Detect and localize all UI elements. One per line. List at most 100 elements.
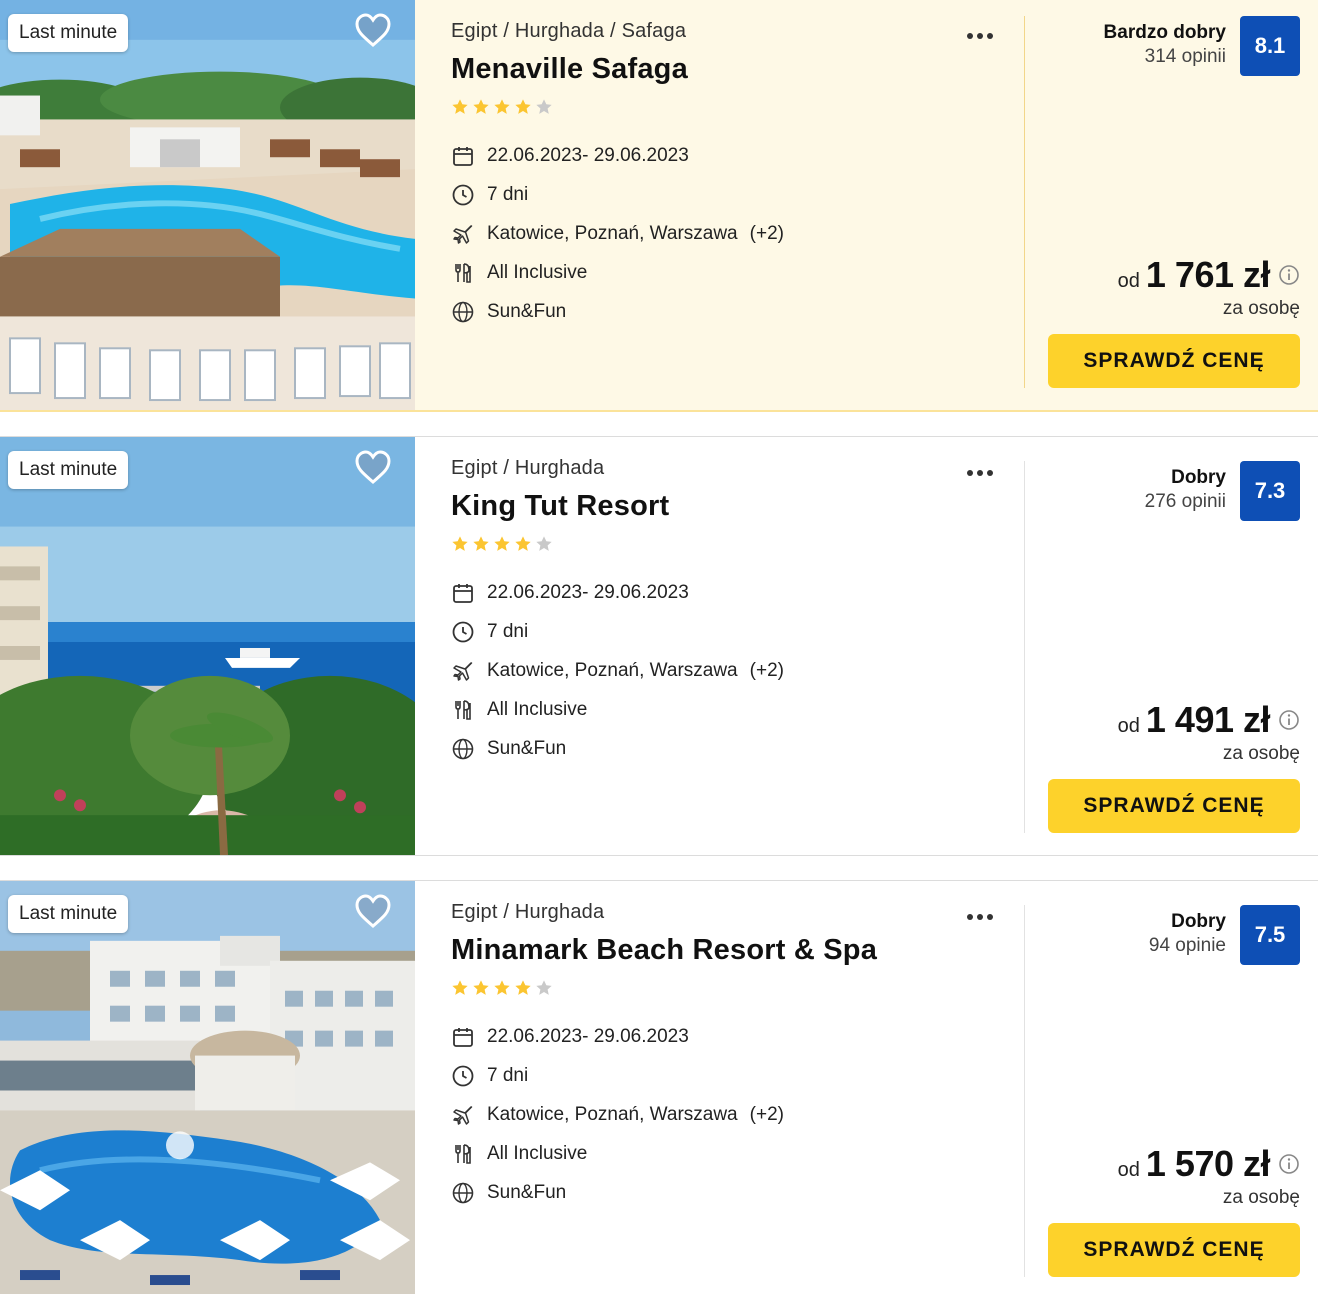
plane-icon [453, 661, 473, 681]
hotel-photo-image [0, 881, 415, 1294]
star-filled-icon [452, 536, 468, 551]
duration-row: 7 dni [451, 612, 1025, 651]
last-minute-badge: Last minute [8, 895, 129, 933]
hotel-photo[interactable]: Last minute [0, 437, 415, 855]
check-price-button[interactable]: SPRAWDŹ CENĘ [1048, 334, 1300, 388]
rating[interactable]: Dobry 276 opinii 7.3 [1145, 461, 1300, 521]
offer-card[interactable]: Last minute Egipt / Hurghada / Safaga Me… [0, 0, 1318, 412]
duration-text: 7 dni [487, 620, 529, 642]
rating[interactable]: Bardzo dobry 314 opinii 8.1 [1104, 16, 1300, 76]
category-row: Sun&Fun [451, 729, 1025, 768]
star-filled-icon [494, 536, 510, 551]
check-price-button[interactable]: SPRAWDŹ CENĘ [1048, 1223, 1300, 1277]
duration-row: 7 dni [451, 1056, 1025, 1095]
category-text: Sun&Fun [487, 1181, 567, 1203]
star-filled-icon [452, 980, 468, 995]
calendar-icon [453, 1027, 473, 1047]
price-value: 1 491 zł [1145, 699, 1271, 740]
offer-card[interactable]: Last minute Egipt / Hurghada King Tut Re… [0, 436, 1318, 856]
price-box: Dobry 276 opinii 7.3 od 1 491 zł za osob… [1048, 461, 1300, 833]
hotel-photo-image [0, 437, 415, 855]
price-prefix: od [1117, 270, 1140, 292]
fork-knife-icon [455, 699, 471, 720]
departure-extra[interactable]: (+2) [750, 1104, 784, 1126]
heart-icon[interactable] [354, 449, 392, 485]
offer-info: Egipt / Hurghada / Safaga Menaville Safa… [415, 0, 1025, 410]
departure-row: Katowice, Poznań, Warszawa (+2) [451, 1095, 1025, 1134]
price: od 1 761 zł [1118, 254, 1300, 296]
last-minute-badge: Last minute [8, 451, 129, 489]
fork-knife-icon [455, 1143, 471, 1164]
info-icon[interactable] [1278, 709, 1300, 731]
dates-row: 22.06.2023- 29.06.2023 [451, 136, 1025, 175]
review-count[interactable]: 314 opinii [1104, 46, 1226, 68]
plane-icon [453, 224, 473, 244]
category-row: Sun&Fun [451, 1173, 1025, 1212]
globe-icon [452, 1182, 474, 1203]
dates-text: 22.06.2023- 29.06.2023 [487, 144, 689, 166]
hotel-photo[interactable]: Last minute [0, 881, 415, 1294]
hotel-name[interactable]: Menaville Safaga [451, 53, 1025, 86]
star-empty-icon [536, 536, 552, 551]
clock-icon [452, 621, 474, 642]
star-filled-icon [473, 536, 489, 551]
hotel-photo-image [0, 0, 415, 410]
offer-card[interactable]: Last minute Egipt / Hurghada Minamark Be… [0, 880, 1318, 1294]
location-breadcrumb[interactable]: Egipt / Hurghada / Safaga [451, 20, 1025, 43]
star-filled-icon [494, 980, 510, 995]
price-value: 1 761 zł [1145, 254, 1271, 295]
info-icon[interactable] [1278, 1153, 1300, 1175]
price-prefix: od [1117, 1159, 1140, 1181]
departure-text: Katowice, Poznań, Warszawa [487, 1103, 738, 1125]
location-breadcrumb[interactable]: Egipt / Hurghada [451, 457, 1025, 480]
rating-score: 7.5 [1240, 905, 1300, 965]
category-row: Sun&Fun [451, 292, 1025, 331]
rating-score: 8.1 [1240, 16, 1300, 76]
calendar-icon [453, 146, 473, 166]
duration-text: 7 dni [487, 1064, 529, 1086]
per-person-label: za osobę [1222, 1187, 1300, 1208]
price-box: Bardzo dobry 314 opinii 8.1 od 1 761 zł … [1048, 16, 1300, 388]
more-dots-icon[interactable] [967, 907, 997, 921]
star-filled-icon [452, 99, 468, 114]
heart-icon[interactable] [354, 893, 392, 929]
rating[interactable]: Dobry 94 opinie 7.5 [1149, 905, 1300, 965]
star-filled-icon [494, 99, 510, 114]
rating-label: Dobry [1171, 911, 1226, 932]
review-count[interactable]: 94 opinie [1149, 935, 1226, 957]
dates-text: 22.06.2023- 29.06.2023 [487, 1025, 689, 1047]
rating-score: 7.3 [1240, 461, 1300, 521]
departure-extra[interactable]: (+2) [750, 660, 784, 682]
dates-text: 22.06.2023- 29.06.2023 [487, 581, 689, 603]
departure-extra[interactable]: (+2) [750, 223, 784, 245]
more-dots-icon[interactable] [967, 26, 997, 40]
departure-text: Katowice, Poznań, Warszawa [487, 222, 738, 244]
fork-knife-icon [455, 262, 471, 283]
departure-row: Katowice, Poznań, Warszawa (+2) [451, 651, 1025, 690]
heart-icon[interactable] [354, 12, 392, 48]
check-price-button[interactable]: SPRAWDŹ CENĘ [1048, 779, 1300, 833]
dates-row: 22.06.2023- 29.06.2023 [451, 1017, 1025, 1056]
star-filled-icon [515, 980, 531, 995]
board-row: All Inclusive [451, 690, 1025, 729]
plane-icon [453, 1105, 473, 1125]
hotel-name[interactable]: Minamark Beach Resort & Spa [451, 934, 1025, 967]
star-empty-icon [536, 99, 552, 114]
category-text: Sun&Fun [487, 737, 567, 759]
info-icon[interactable] [1278, 264, 1300, 286]
hotel-photo[interactable]: Last minute [0, 0, 415, 410]
hotel-name[interactable]: King Tut Resort [451, 490, 1025, 523]
globe-icon [452, 301, 474, 322]
review-count[interactable]: 276 opinii [1145, 491, 1226, 513]
offer-info: Egipt / Hurghada King Tut Resort 22.06.2… [415, 437, 1025, 855]
rating-label: Dobry [1171, 467, 1226, 488]
star-empty-icon [536, 980, 552, 995]
offer-info: Egipt / Hurghada Minamark Beach Resort &… [415, 881, 1025, 1294]
star-filled-icon [473, 980, 489, 995]
column-divider [1024, 461, 1025, 833]
more-dots-icon[interactable] [967, 463, 997, 477]
duration-text: 7 dni [487, 183, 529, 205]
board-row: All Inclusive [451, 253, 1025, 292]
location-breadcrumb[interactable]: Egipt / Hurghada [451, 901, 1025, 924]
price: od 1 491 zł [1118, 699, 1300, 741]
